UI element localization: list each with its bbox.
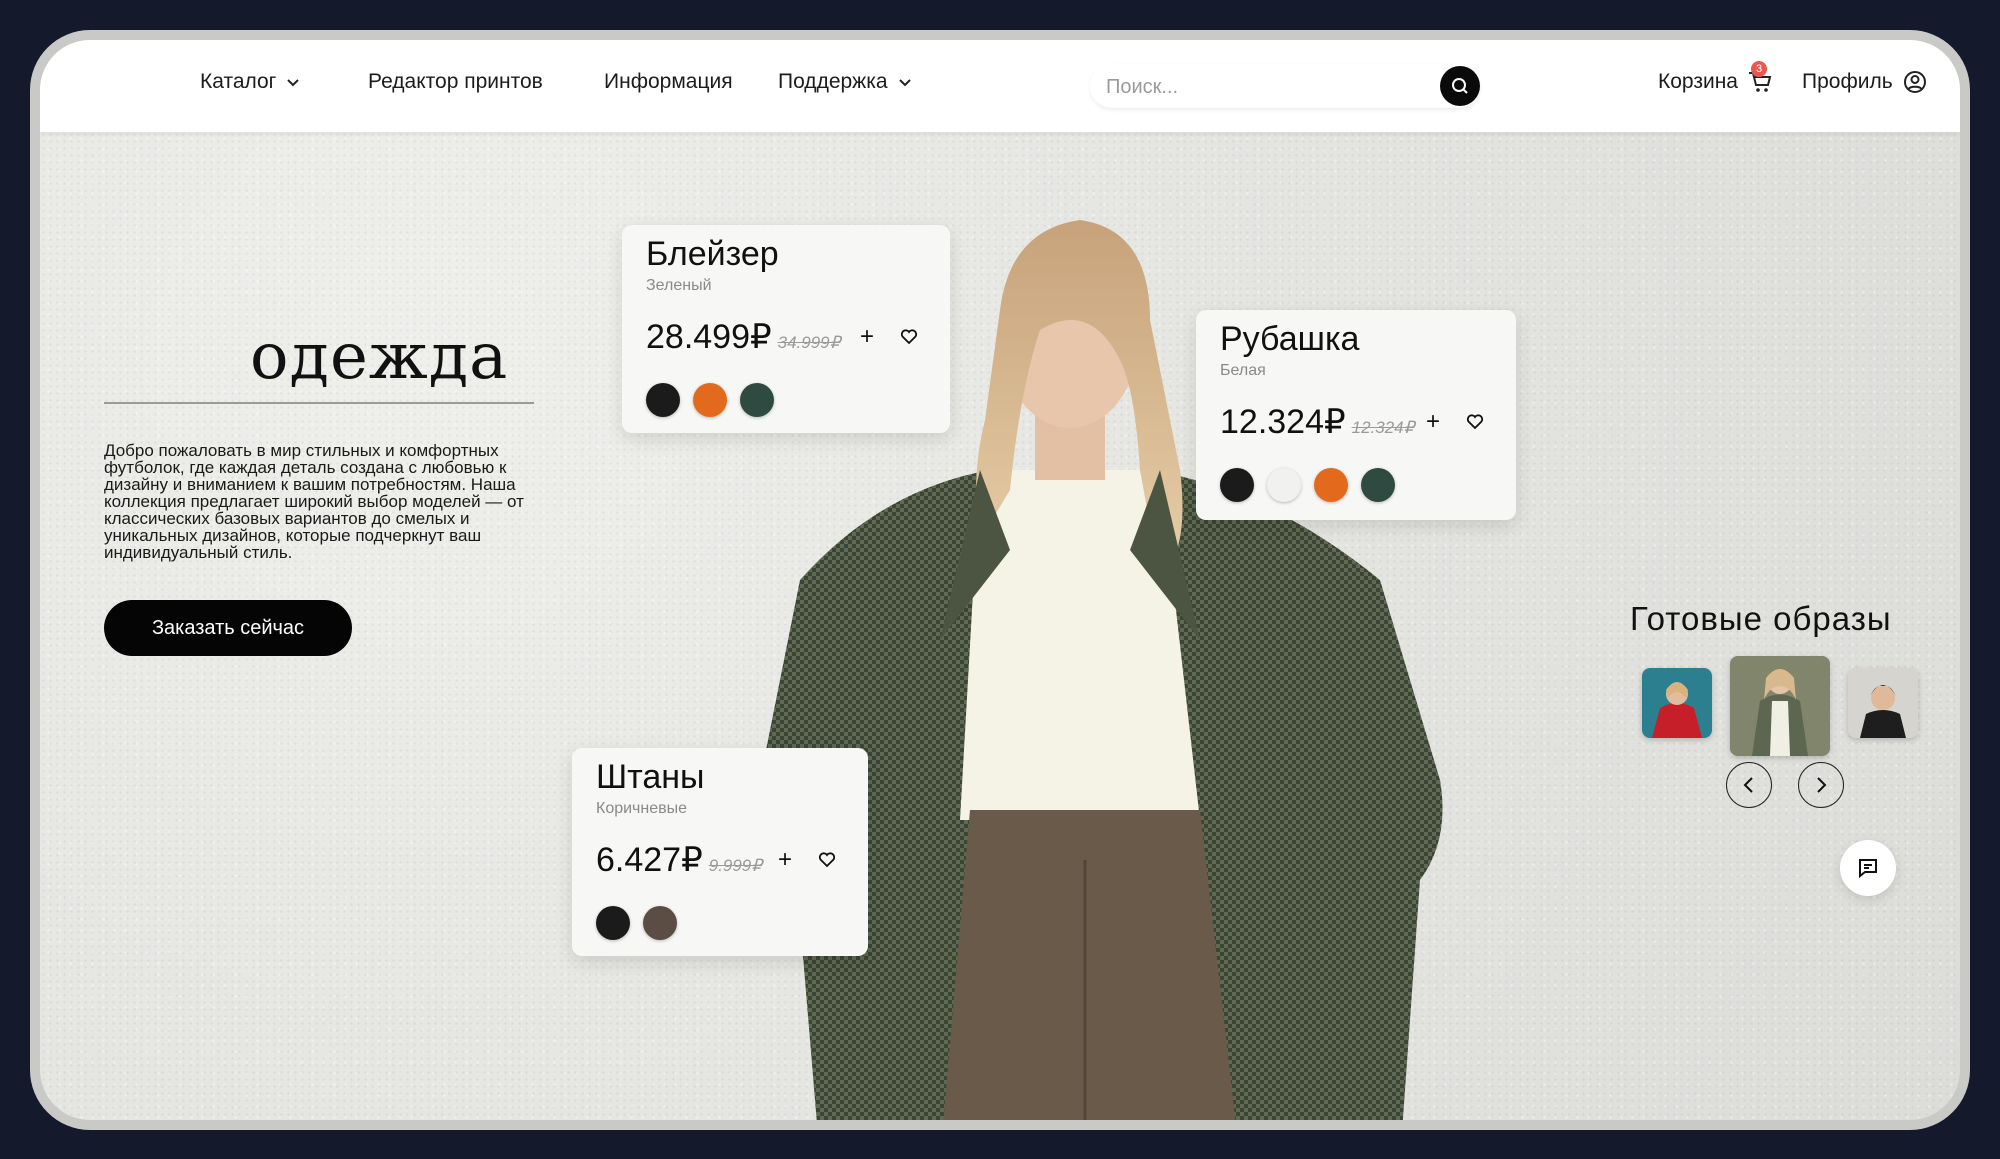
- product-title: Рубашка: [1220, 320, 1360, 358]
- search-bar: [1090, 64, 1480, 110]
- color-swatch-orange[interactable]: [1314, 468, 1348, 502]
- product-card-pants[interactable]: Штаны Коричневые 6.427₽ 9.999₽ +: [572, 748, 868, 956]
- product-price: 6.427₽ 9.999₽: [596, 840, 762, 880]
- add-to-cart-button[interactable]: +: [778, 846, 792, 874]
- color-swatch-black[interactable]: [596, 906, 630, 940]
- cart-label: Корзина: [1658, 70, 1738, 93]
- order-now-button[interactable]: Заказать сейчас: [104, 600, 352, 656]
- heart-icon[interactable]: [900, 328, 918, 346]
- color-swatch-black[interactable]: [646, 383, 680, 417]
- look-image: [1642, 668, 1712, 738]
- search-button[interactable]: [1440, 66, 1480, 106]
- current-price: 6.427₽: [596, 841, 703, 879]
- hero-divider: [104, 402, 534, 404]
- cart-link[interactable]: Корзина 3: [1658, 61, 1772, 94]
- nav-print-editor[interactable]: Редактор принтов: [368, 70, 543, 94]
- product-title: Блейзер: [646, 235, 779, 273]
- look-thumbnail-3[interactable]: [1848, 668, 1918, 738]
- old-price: 9.999₽: [708, 856, 763, 875]
- color-swatches: [1220, 468, 1395, 502]
- nav-info[interactable]: Информация: [604, 70, 733, 94]
- hero-title: одежда: [250, 320, 509, 394]
- color-swatch-green[interactable]: [740, 383, 774, 417]
- looks-next-button[interactable]: [1798, 762, 1844, 808]
- old-price: 12.324₽: [1351, 418, 1415, 437]
- profile-label: Профиль: [1802, 70, 1893, 93]
- product-subtitle: Зеленый: [646, 277, 712, 294]
- product-card-blazer[interactable]: Блейзер Зеленый 28.499₽ 34.999₽ +: [622, 225, 950, 433]
- chevron-down-icon: [898, 79, 911, 87]
- cart-count-badge: 3: [1751, 61, 1767, 77]
- search-icon: [1452, 78, 1468, 94]
- old-price: 34.999₽: [777, 333, 841, 352]
- ready-looks-title: Готовые образы: [1630, 600, 1892, 637]
- nav-print-editor-label: Редактор принтов: [368, 70, 543, 93]
- look-image: [1730, 656, 1830, 756]
- look-thumbnail-2[interactable]: [1730, 656, 1830, 756]
- heart-icon[interactable]: [818, 851, 836, 869]
- product-title: Штаны: [596, 758, 705, 796]
- nav-info-label: Информация: [604, 70, 733, 93]
- chevron-right-icon: [1817, 777, 1827, 793]
- chevron-left-icon: [1743, 777, 1753, 793]
- color-swatches: [646, 383, 774, 417]
- current-price: 28.499₽: [646, 318, 772, 356]
- screen: Каталог Редактор принтов Информация Подд…: [40, 40, 1960, 1120]
- profile-link[interactable]: Профиль: [1802, 70, 1927, 94]
- color-swatch-black[interactable]: [1220, 468, 1254, 502]
- nav-catalog[interactable]: Каталог: [200, 70, 300, 94]
- nav-catalog-label: Каталог: [200, 70, 277, 93]
- heart-icon[interactable]: [1466, 413, 1484, 431]
- product-subtitle: Белая: [1220, 362, 1266, 379]
- chevron-down-icon: [287, 79, 300, 87]
- nav-support[interactable]: Поддержка: [778, 70, 912, 94]
- nav-support-label: Поддержка: [778, 70, 888, 93]
- add-to-cart-button[interactable]: +: [1426, 408, 1440, 436]
- color-swatch-brown[interactable]: [643, 906, 677, 940]
- chat-icon: [1859, 859, 1877, 879]
- current-price: 12.324₽: [1220, 403, 1346, 441]
- product-price: 28.499₽ 34.999₽: [646, 317, 840, 357]
- product-card-shirt[interactable]: Рубашка Белая 12.324₽ 12.324₽ +: [1196, 310, 1516, 520]
- color-swatches: [596, 906, 677, 940]
- device-frame: Каталог Редактор принтов Информация Подд…: [30, 30, 1970, 1130]
- user-icon: [1903, 71, 1926, 93]
- top-navigation: Каталог Редактор принтов Информация Подд…: [40, 40, 1960, 132]
- look-thumbnail-1[interactable]: [1642, 668, 1712, 738]
- looks-prev-button[interactable]: [1726, 762, 1772, 808]
- color-swatch-green[interactable]: [1361, 468, 1395, 502]
- add-to-cart-button[interactable]: +: [860, 323, 874, 351]
- hero-description: Добро пожаловать в мир стильных и комфор…: [104, 441, 524, 562]
- product-subtitle: Коричневые: [596, 800, 688, 817]
- color-swatch-white[interactable]: [1267, 468, 1301, 502]
- search-input[interactable]: [1104, 64, 1408, 110]
- color-swatch-orange[interactable]: [693, 383, 727, 417]
- look-image: [1848, 668, 1918, 738]
- chat-button[interactable]: [1840, 840, 1896, 896]
- product-price: 12.324₽ 12.324₽: [1220, 402, 1414, 442]
